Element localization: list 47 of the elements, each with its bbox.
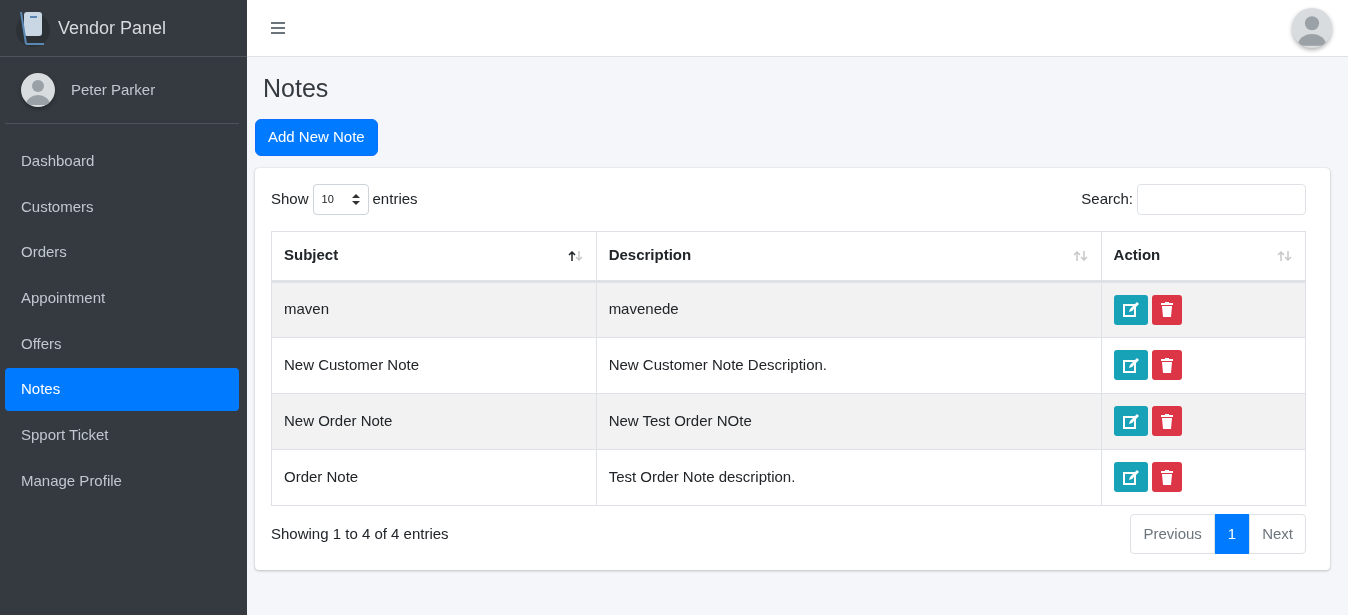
table-cell: New Order Note	[271, 393, 597, 449]
delete-button[interactable]	[1151, 406, 1182, 436]
trash-icon	[1160, 413, 1173, 429]
avatar-icon	[21, 73, 55, 107]
delete-button[interactable]	[1151, 294, 1182, 325]
edit-button[interactable]	[1113, 350, 1148, 380]
edit-icon	[1122, 413, 1139, 429]
page-size-select[interactable]: 10	[312, 183, 369, 215]
brand-title: Vendor Panel	[58, 16, 167, 40]
show-label: Show	[271, 188, 309, 209]
avatar-icon[interactable]	[1292, 8, 1332, 48]
trash-icon	[1160, 469, 1173, 485]
sidebar-item[interactable]: Spport Ticket	[5, 414, 239, 457]
sidebar-item[interactable]: Orders	[5, 231, 239, 274]
edit-icon	[1122, 357, 1139, 373]
table-cell: New Customer Note	[271, 337, 597, 393]
delete-button[interactable]	[1151, 462, 1182, 492]
page-title: Notes	[262, 73, 330, 104]
trash-icon	[1160, 357, 1173, 373]
sidebar-item[interactable]: Offers	[5, 322, 239, 366]
edit-button[interactable]	[1113, 406, 1148, 436]
sidebar-item[interactable]: Appointment	[5, 277, 239, 320]
trash-icon	[1160, 302, 1173, 317]
edit-icon	[1122, 302, 1139, 317]
table-cell: New Test Order NOte	[596, 393, 1102, 449]
table-cell: maven	[271, 281, 597, 337]
entries-label: entries	[372, 188, 418, 209]
sidebar-item[interactable]: Dashboard	[5, 140, 239, 183]
menu-icon[interactable]	[271, 22, 285, 34]
delete-button[interactable]	[1151, 350, 1182, 380]
edit-button[interactable]	[1113, 294, 1148, 325]
table-cell: Order Note	[271, 449, 597, 505]
table-cell: New Customer Note Description.	[596, 337, 1102, 393]
table-cell: Test Order Note description.	[596, 449, 1102, 505]
search-field[interactable]	[1137, 183, 1306, 215]
edit-button[interactable]	[1113, 462, 1148, 492]
table-cell: mavenede	[596, 281, 1102, 337]
page-link[interactable]: 1	[1214, 513, 1250, 554]
sidebar-item[interactable]: Customers	[5, 185, 239, 229]
table-info: Showing 1 to 4 of 4 entries	[271, 523, 449, 544]
updown-icon	[351, 193, 360, 205]
sidebar-item[interactable]: Notes	[5, 368, 239, 411]
edit-icon	[1122, 469, 1139, 485]
add-note-button[interactable]: Add New Note	[255, 119, 378, 156]
sidebar-item[interactable]: Manage Profile	[5, 459, 239, 503]
user-name: Peter Parker	[71, 79, 156, 100]
search-label: Search:	[1081, 188, 1133, 209]
